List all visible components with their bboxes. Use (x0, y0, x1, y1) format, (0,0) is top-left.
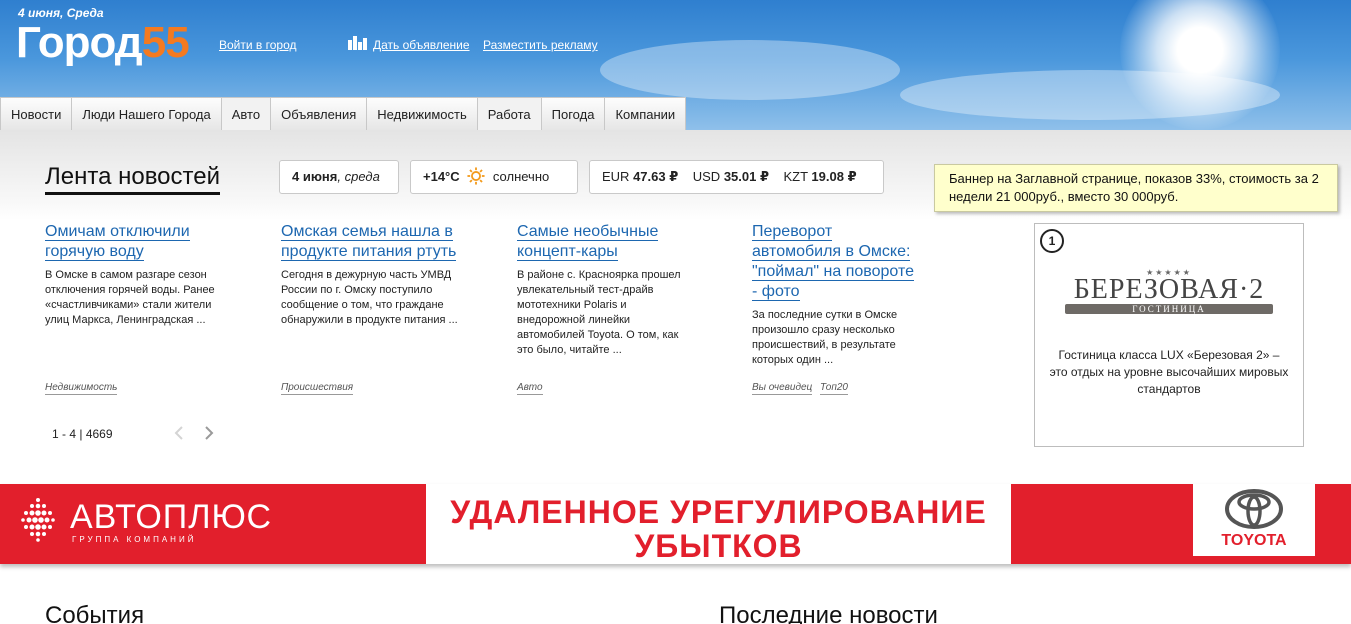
autoplus-banner[interactable]: АВТОПЛЮС ГРУППА КОМПАНИЙ УДАЛЕННОЕ УРЕГУ… (0, 484, 1351, 564)
banner-slogan-panel: УДАЛЕННОЕ УРЕГУЛИРОВАНИЕ УБЫТКОВ (426, 484, 1011, 564)
news-title-link[interactable]: Омская семья нашла в продукте питания рт… (281, 223, 457, 261)
news-title-link[interactable]: Омичам отключили горячую воду (45, 223, 190, 261)
events-heading: События (45, 602, 145, 624)
news-item: Самые необычные концепт-кары В районе с.… (517, 222, 697, 358)
login-link[interactable]: Войти в город (219, 38, 297, 52)
tab-people[interactable]: Люди Нашего Города (71, 97, 222, 130)
hotel-ad[interactable]: 1 ★★★★★ БЕРЕЗОВАЯ·2 ГОСТИНИЦА Гостиница … (1034, 223, 1304, 447)
latest-news-heading: Последние новости (719, 602, 938, 624)
news-item: Омичам отключили горячую воду В Омске в … (45, 222, 225, 328)
slogan-line-2: УБЫТКОВ (634, 528, 803, 564)
news-title-link[interactable]: Самые необычные концепт-кары (517, 223, 659, 261)
next-arrow-icon[interactable] (204, 426, 214, 440)
city-icon (348, 36, 370, 50)
tab-ads[interactable]: Объявления (270, 97, 368, 130)
news-pager: 1 - 4 | 4669 (52, 427, 113, 441)
news-tag[interactable]: Топ20 (820, 382, 848, 395)
currency-kzt: KZT 19.08 ₽ (783, 169, 857, 184)
toyota-panel: TOYOTA (1193, 484, 1315, 556)
news-tag[interactable]: Происшествия (281, 382, 354, 395)
autoplus-brand: АВТОПЛЮС (70, 498, 273, 536)
tab-jobs[interactable]: Работа (476, 97, 542, 130)
post-ad-link[interactable]: Дать объявление (373, 38, 470, 52)
news-tag[interactable]: Авто (517, 382, 543, 395)
news-feed-title[interactable]: Лента новостей (45, 163, 220, 195)
temperature: +14°C (423, 169, 460, 184)
autoplus-brand-sub: ГРУППА КОМПАНИЙ (72, 535, 197, 544)
pager-separator: | (79, 427, 83, 441)
pager-range: 1 - 4 (52, 427, 77, 441)
autoplus-logo-icon (21, 498, 55, 542)
news-text: За последние сутки в Омске произошло сра… (752, 309, 898, 366)
date-day: 4 июня (292, 169, 338, 184)
news-item: Омская семья нашла в продукте питания рт… (281, 222, 461, 328)
banner-price-note: Баннер на Заглавной странице, показов 33… (934, 164, 1338, 212)
weather-text: солнечно (492, 169, 550, 184)
currency-box: EUR 47.63 ₽ USD 35.01 ₽ KZT 19.08 ₽ (589, 160, 884, 194)
ad-number: 1 (1040, 229, 1064, 253)
news-text: В Омске в самом разгаре сезон отключения… (45, 269, 215, 326)
slogan-line-1: УДАЛЕННОЕ УРЕГУЛИРОВАНИЕ (450, 494, 987, 530)
weather-box[interactable]: +14°C солнечно (410, 160, 578, 194)
news-text: Сегодня в дежурную часть УМВД России по … (281, 269, 458, 326)
sun-icon (467, 167, 485, 185)
currency-usd: USD 35.01 ₽ (692, 169, 770, 184)
hotel-subtitle: ГОСТИНИЦА (1132, 304, 1206, 314)
date-box: 4 июня, среда (279, 160, 399, 194)
place-ad-link[interactable]: Разместить рекламу (483, 38, 598, 52)
hotel-name: БЕРЕЗОВАЯ·2 (1073, 274, 1265, 305)
news-title-link[interactable]: Переворот автомобиля в Омске: "поймал" н… (752, 223, 914, 301)
news-text: В районе с. Красноярка прошел увлекатель… (517, 269, 681, 356)
tab-news[interactable]: Новости (0, 97, 73, 130)
news-item: Переворот автомобиля в Омске: "поймал" н… (752, 222, 922, 368)
logo-word: Город (16, 18, 143, 67)
toyota-logo-icon (1225, 489, 1283, 529)
prev-arrow-icon[interactable] (174, 426, 184, 440)
tab-companies[interactable]: Компании (604, 97, 687, 130)
hotel-description: Гостиница класса LUX «Березовая 2» – это… (1049, 348, 1289, 396)
toyota-name: TOYOTA (1221, 532, 1287, 549)
news-tag[interactable]: Недвижимость (45, 382, 118, 395)
pager-total: 4669 (85, 427, 113, 441)
tab-realty[interactable]: Недвижимость (366, 97, 478, 130)
date-weekday: , среда (337, 169, 380, 184)
tab-weather[interactable]: Погода (540, 97, 606, 130)
tab-auto[interactable]: Авто (220, 97, 272, 130)
main-nav: Новости Люди Нашего Города Авто Объявлен… (0, 97, 687, 130)
site-logo[interactable]: Город55 (16, 18, 190, 68)
cloud-decoration (600, 40, 900, 100)
news-tag[interactable]: Вы очевидец (752, 382, 813, 395)
logo-number: 55 (141, 18, 190, 67)
site-header: 4 июня, Среда Город55 Войти в город Дать… (0, 0, 1351, 130)
currency-eur: EUR 47.63 ₽ (602, 169, 679, 184)
